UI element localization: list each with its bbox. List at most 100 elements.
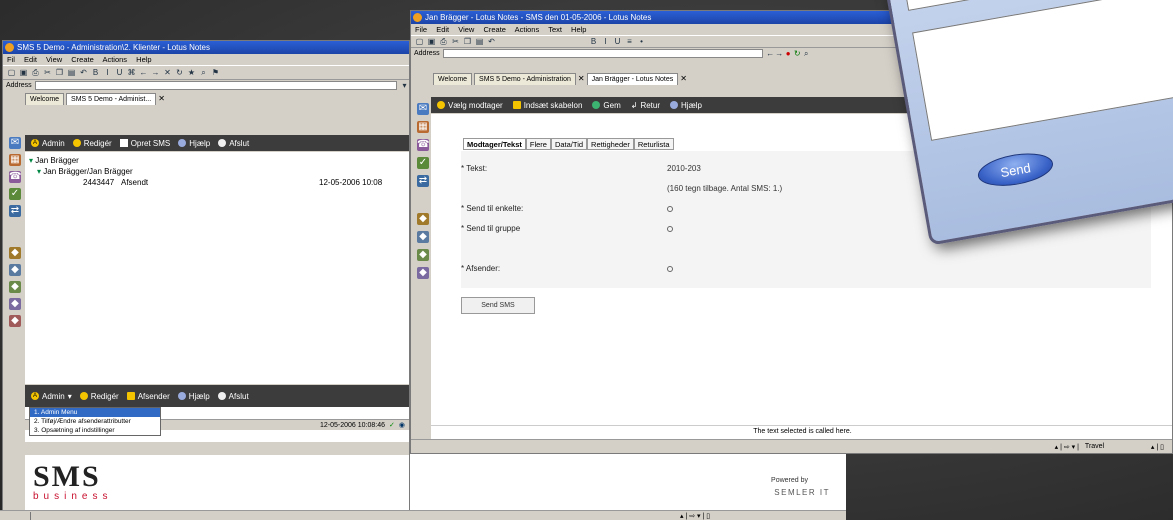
search-icon[interactable]: ⌕ (199, 68, 208, 77)
menu-file[interactable]: File (415, 25, 427, 34)
menu-actions[interactable]: Actions (515, 25, 540, 34)
save-icon[interactable]: ▣ (19, 68, 28, 77)
admin-menu-button[interactable]: A Admin ▾ (31, 392, 72, 401)
underline-icon[interactable]: U (115, 68, 124, 77)
todo-icon[interactable]: ✓ (9, 188, 21, 200)
italic-icon[interactable]: I (601, 37, 610, 46)
help-action[interactable]: Hjælp (178, 139, 210, 148)
create-sms-action[interactable]: Opret SMS (119, 139, 170, 148)
travel-icon[interactable]: ▴ | ⇨ ▾ | ▯ (680, 512, 710, 520)
database-icon[interactable]: ◆ (9, 281, 21, 293)
attach-icon[interactable]: ⌘ (127, 68, 136, 77)
forward-icon[interactable]: → (151, 68, 160, 77)
table-row[interactable]: 2443447 Afsendt 12-05-2006 10:08 (25, 178, 409, 188)
replicator-icon[interactable]: ⇄ (417, 175, 429, 187)
mail-icon[interactable]: ✉ (9, 137, 21, 149)
exit-action[interactable]: Afslut (218, 139, 249, 148)
calendar-icon[interactable]: ▦ (9, 154, 21, 166)
database-icon[interactable]: ◆ (9, 247, 21, 259)
save-action[interactable]: Gem (592, 101, 621, 110)
admin-action[interactable]: A Admin (31, 139, 65, 148)
text-field[interactable]: 2010-203 (667, 164, 701, 173)
help-action[interactable]: Hjælp (177, 392, 210, 401)
menu-item-admin-menu[interactable]: 1. Admin Menu (30, 408, 160, 417)
back-icon[interactable]: ← (139, 68, 148, 77)
insert-template-action[interactable]: Indsæt skabelon (512, 101, 582, 110)
menu-actions[interactable]: Actions (102, 55, 127, 64)
refresh-icon[interactable]: ↻ (175, 68, 184, 77)
menu-help[interactable]: Help (571, 25, 586, 34)
return-action[interactable]: ↲ Retur (631, 101, 660, 110)
forward-icon[interactable]: → (775, 49, 784, 58)
sender-action[interactable]: Afsender (126, 392, 170, 401)
database-icon[interactable]: ◆ (417, 231, 429, 243)
help-action[interactable]: Hjælp (670, 101, 702, 110)
bullet-icon[interactable]: • (637, 37, 646, 46)
undo-icon[interactable]: ↶ (487, 37, 496, 46)
collapse-icon[interactable]: ▾ (37, 167, 41, 176)
tab-date-time[interactable]: Data/Tid (550, 138, 588, 150)
nav-arrows-icon[interactable]: ▴ | ⇨ ▾ | (1055, 443, 1079, 451)
close-tab-icon[interactable]: ✕ (578, 73, 585, 85)
send-group-field[interactable] (667, 224, 675, 233)
paste-icon[interactable]: ▤ (67, 68, 76, 77)
tab-more[interactable]: Flere (525, 138, 551, 150)
database-icon[interactable]: ◆ (9, 315, 21, 327)
flag-icon[interactable]: ⚑ (211, 68, 220, 77)
database-icon[interactable]: ◆ (417, 213, 429, 225)
close-tab-icon[interactable]: ✕ (158, 93, 165, 105)
menu-create[interactable]: Create (71, 55, 94, 64)
mail-icon[interactable]: ✉ (417, 103, 429, 115)
close-tab-icon[interactable]: ✕ (680, 73, 687, 85)
menu-create[interactable]: Create (483, 25, 506, 34)
underline-icon[interactable]: U (613, 37, 622, 46)
align-icon[interactable]: ≡ (625, 37, 634, 46)
search-icon[interactable]: ⌕ (802, 49, 811, 58)
tab-return-list[interactable]: Returlista (633, 138, 674, 150)
menu-text[interactable]: Text (548, 25, 562, 34)
database-icon[interactable]: ◆ (417, 249, 429, 261)
tab-admin[interactable]: SMS 5 Demo - Administ... (66, 93, 157, 105)
menu-item-sender-attributes[interactable]: 2. Tilføj/Ændre afsenderattributter (30, 417, 160, 426)
inbox-icon[interactable]: ▴ | ▯ (1151, 443, 1164, 451)
phone-screen-message[interactable] (912, 0, 1173, 141)
address-book-icon[interactable]: ☎ (9, 171, 21, 183)
send-sms-button[interactable]: Send SMS (461, 297, 535, 314)
menu-view[interactable]: View (46, 55, 62, 64)
open-icon[interactable]: ▢ (415, 37, 424, 46)
address-input[interactable] (34, 81, 397, 90)
menu-file[interactable]: Fil (7, 55, 15, 64)
print-icon[interactable]: ⎙ (439, 37, 448, 46)
menu-help[interactable]: Help (136, 55, 151, 64)
open-icon[interactable]: ▢ (7, 68, 16, 77)
phone-send-button[interactable]: Send (975, 148, 1056, 192)
tab-sms-document[interactable]: Jan Brägger - Lotus Notes (586, 73, 679, 85)
tab-welcome[interactable]: Welcome (25, 93, 65, 105)
copy-icon[interactable]: ❐ (463, 37, 472, 46)
menu-edit[interactable]: Edit (436, 25, 449, 34)
tab-admin[interactable]: SMS 5 Demo - Administration (474, 73, 576, 85)
print-icon[interactable]: ⎙ (31, 68, 40, 77)
select-recipient-action[interactable]: Vælg modtager (437, 101, 503, 110)
todo-icon[interactable]: ✓ (417, 157, 429, 169)
address-book-icon[interactable]: ☎ (417, 139, 429, 151)
back-icon[interactable]: ← (766, 49, 775, 58)
collapse-icon[interactable]: ▾ (29, 156, 33, 165)
cut-icon[interactable]: ✂ (451, 37, 460, 46)
location-status[interactable]: Travel (1085, 443, 1145, 450)
undo-icon[interactable]: ↶ (79, 68, 88, 77)
bookmark-icon[interactable]: ★ (187, 68, 196, 77)
bold-icon[interactable]: B (91, 68, 100, 77)
exit-action[interactable]: Afslut (217, 392, 249, 401)
replicator-icon[interactable]: ⇄ (9, 205, 21, 217)
menu-edit[interactable]: Edit (24, 55, 37, 64)
calendar-icon[interactable]: ▦ (417, 121, 429, 133)
tree-level2[interactable]: ▾ Jan Brägger/Jan Brägger (37, 167, 133, 176)
database-icon[interactable]: ◆ (9, 298, 21, 310)
bold-icon[interactable]: B (589, 37, 598, 46)
edit-action[interactable]: Redigér (72, 139, 112, 148)
paste-icon[interactable]: ▤ (475, 37, 484, 46)
cut-icon[interactable]: ✂ (43, 68, 52, 77)
tab-rights[interactable]: Rettigheder (587, 138, 634, 150)
refresh-icon[interactable]: ↻ (793, 49, 802, 58)
